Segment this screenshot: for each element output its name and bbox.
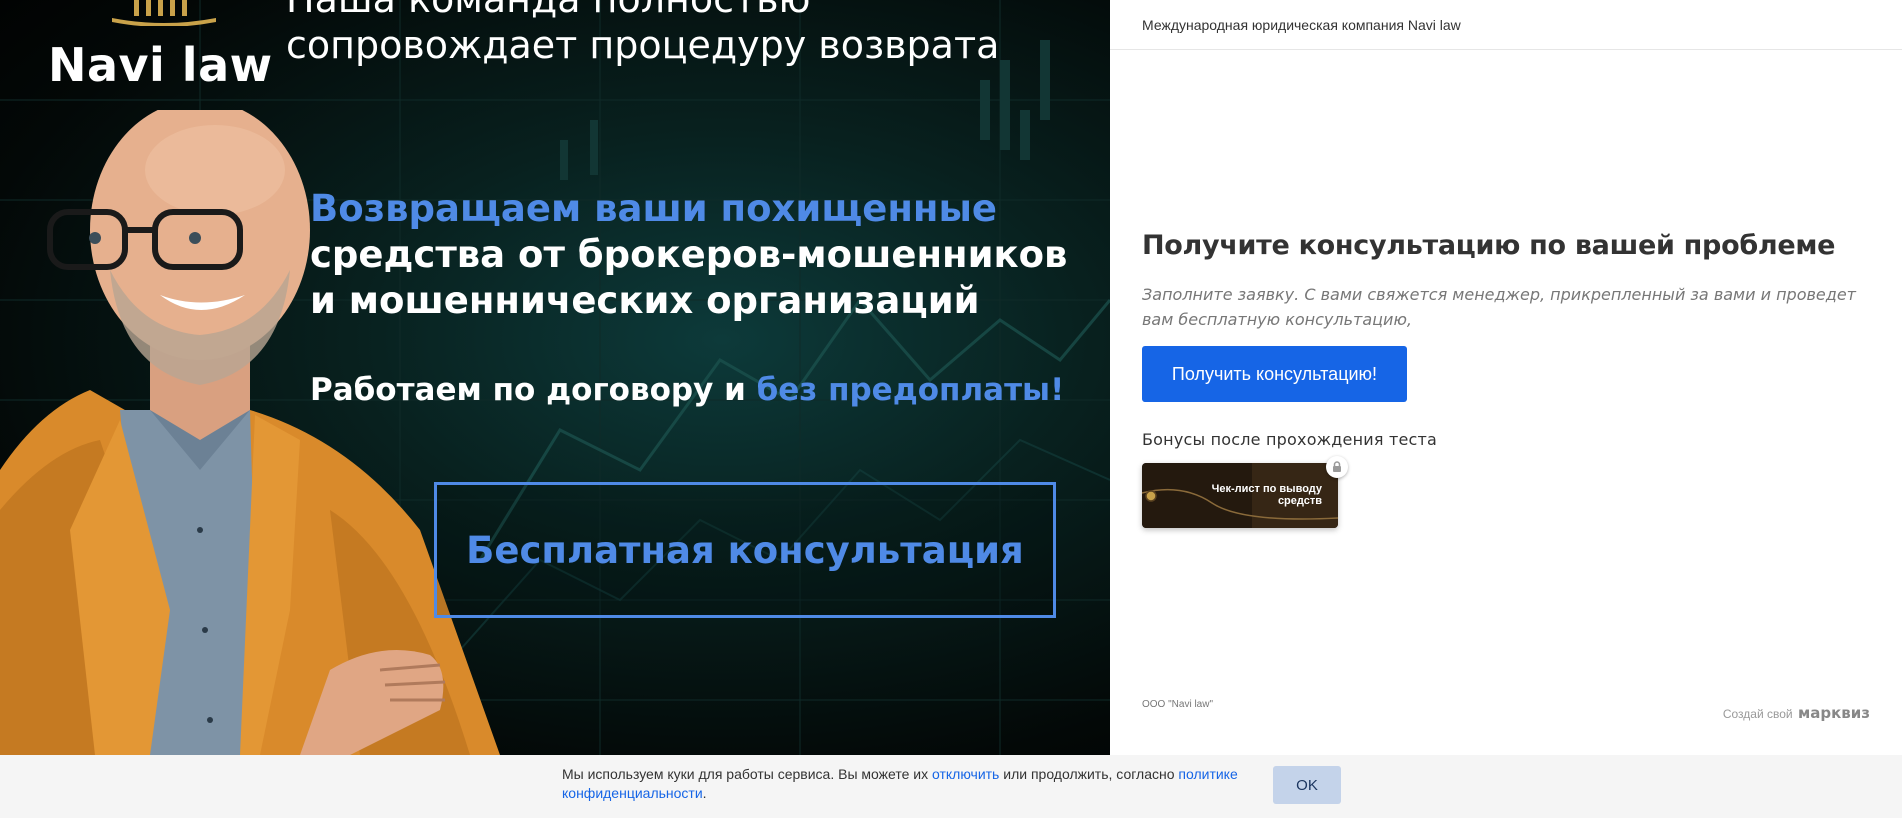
hero-banner: Navi law Наша команда полностью сопровож… xyxy=(0,0,1110,755)
panel-header: Международная юридическая компания Navi … xyxy=(1110,0,1902,50)
headline-line-2: сопровождает процедуру возврата xyxy=(286,23,1000,67)
bonus-card-checklist[interactable]: Чек-лист по выводу средств xyxy=(1142,456,1348,528)
company-name: ООО "Navi law" xyxy=(1142,699,1214,710)
cookie-ok-button[interactable]: OK xyxy=(1273,766,1341,804)
subline-white: Работаем по договору и xyxy=(310,372,757,408)
cookie-bar: Мы используем куки для работы сервиса. В… xyxy=(0,755,1902,818)
subline-blue: без предоплаты! xyxy=(756,372,1065,408)
title-line-blue: Возвращаем ваши похищенные xyxy=(310,187,998,230)
made-by-link[interactable]: Создай свой марквиз xyxy=(1723,704,1870,722)
title-line-2: средства от брокеров-мошенников xyxy=(310,233,1068,276)
free-consultation-button[interactable]: Бесплатная консультация xyxy=(434,482,1056,618)
banner-headline-top: Наша команда полностью сопровождает проц… xyxy=(286,0,999,68)
panel-description: Заполните заявку. С вами свяжется менедж… xyxy=(1142,285,1856,329)
cookie-text-2: или продолжить, согласно xyxy=(999,766,1179,782)
panel-title: Получите консультацию по вашей проблеме xyxy=(1142,230,1836,261)
marquiz-brand: марквиз xyxy=(1797,704,1870,722)
cookie-text: Мы используем куки для работы сервиса. В… xyxy=(562,765,1262,803)
get-consultation-button[interactable]: Получить консультацию! xyxy=(1142,346,1407,402)
bonus-card-text: Чек-лист по выводу средств xyxy=(1211,483,1322,507)
logo-text: Navi law xyxy=(48,38,273,92)
cookie-disable-link[interactable]: отключить xyxy=(932,766,999,782)
logo-columns-icon xyxy=(112,0,216,26)
banner-main-title: Возвращаем ваши похищенные средства от б… xyxy=(310,186,1100,324)
banner-subline: Работаем по договору и без предоплаты! xyxy=(310,372,1064,408)
cookie-text-3: . xyxy=(702,785,707,801)
made-by-prefix: Создай свой xyxy=(1722,707,1793,721)
lock-icon xyxy=(1326,456,1348,478)
headline-line-1: Наша команда полностью xyxy=(286,0,999,22)
cookie-text-1: Мы используем куки для работы сервиса. В… xyxy=(562,766,932,782)
title-line-3: и мошеннических организаций xyxy=(310,279,980,322)
bonus-label: Бонусы после прохождения теста xyxy=(1142,430,1438,449)
quiz-panel: Международная юридическая компания Navi … xyxy=(1110,0,1902,755)
